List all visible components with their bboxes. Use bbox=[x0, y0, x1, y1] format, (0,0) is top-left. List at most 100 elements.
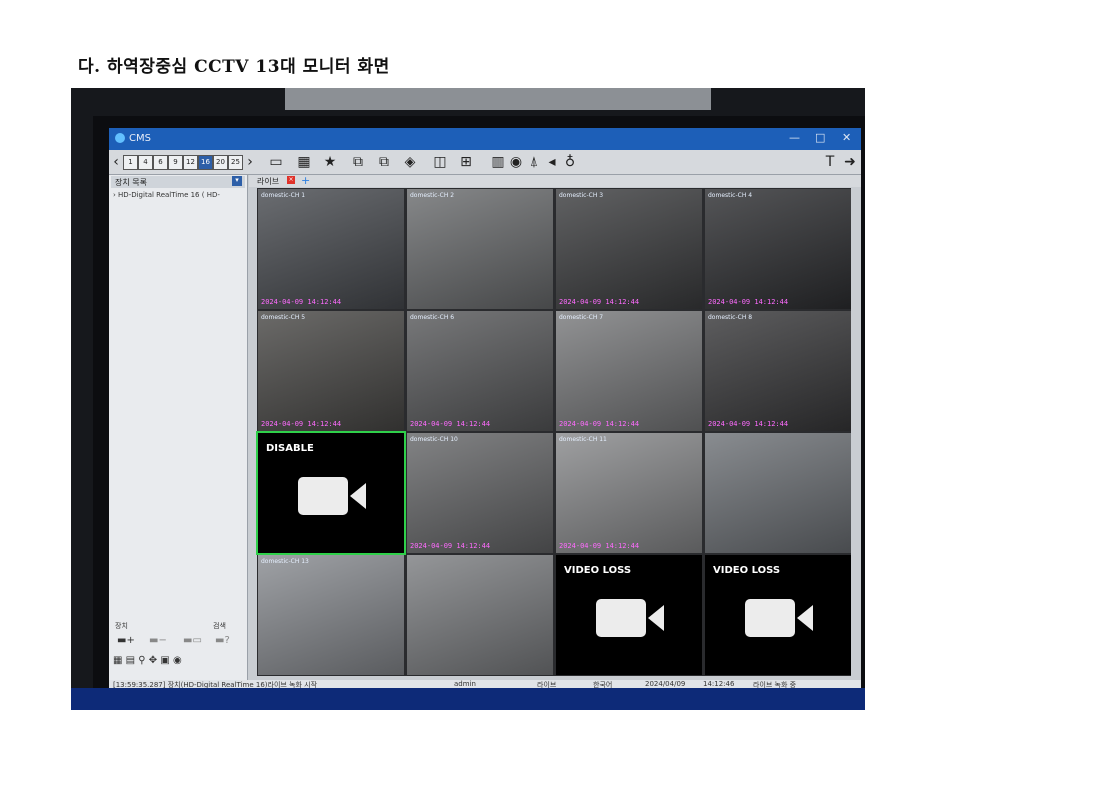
camera-tile[interactable]: domestic-CH 2 bbox=[407, 189, 553, 309]
video-camera-icon bbox=[745, 599, 813, 637]
wall-background bbox=[285, 88, 711, 110]
close-button[interactable]: ✕ bbox=[842, 131, 851, 144]
speaker-icon[interactable]: ◂ bbox=[543, 154, 561, 170]
camera-timestamp: 2024-04-09 14:12:44 bbox=[559, 298, 640, 306]
status-date: 2024/04/09 bbox=[645, 680, 686, 688]
camera-tile[interactable]: VIDEO LOSS bbox=[556, 555, 702, 675]
status-time: 14:12:46 bbox=[703, 680, 735, 688]
device-info-icon[interactable]: ▬? bbox=[215, 635, 230, 646]
page-heading: 다. 하역장중심 CCTV 13대 모니터 화면 bbox=[78, 57, 390, 77]
device-tree-item[interactable]: › HD-Digital RealTime 16 ( HD- bbox=[113, 191, 220, 199]
layout-16-button[interactable]: 16 bbox=[198, 155, 213, 170]
camera-label: domestic-CH 2 bbox=[410, 192, 455, 199]
camera-timestamp: 2024-04-09 14:12:44 bbox=[559, 420, 640, 428]
add-device-icon[interactable]: ▬+ bbox=[117, 635, 135, 646]
minimize-button[interactable]: — bbox=[789, 131, 800, 144]
camera-tile[interactable] bbox=[407, 555, 553, 675]
maximize-button[interactable]: □ bbox=[815, 131, 825, 144]
camera-label: domestic-CH 11 bbox=[559, 436, 607, 443]
layout-4-button[interactable]: 4 bbox=[138, 155, 153, 170]
windows-taskbar bbox=[71, 688, 865, 710]
collapse-icon[interactable]: ▾ bbox=[232, 176, 242, 186]
camera-label: domestic-CH 4 bbox=[708, 192, 753, 199]
layout-12-button[interactable]: 12 bbox=[183, 155, 198, 170]
camera-tile[interactable]: domestic-CH 4 2024-04-09 14:12:44 bbox=[705, 189, 851, 309]
playback-icon[interactable]: ▥ bbox=[489, 154, 507, 170]
close-tab-icon[interactable]: × bbox=[287, 176, 295, 184]
camera-tile[interactable]: domestic-CH 11 2024-04-09 14:12:44 bbox=[556, 433, 702, 553]
camera-timestamp: 2024-04-09 14:12:44 bbox=[708, 298, 789, 306]
record-icon[interactable]: ◉ bbox=[507, 154, 525, 170]
monitor-icon[interactable]: ▭ bbox=[267, 154, 285, 170]
camera-label: domestic-CH 3 bbox=[559, 192, 604, 199]
split-icon[interactable]: ◫ bbox=[431, 154, 449, 170]
window-title: CMS bbox=[129, 133, 151, 144]
camera-timestamp: 2024-04-09 14:12:44 bbox=[410, 420, 491, 428]
camera-timestamp: 2024-04-09 14:12:44 bbox=[559, 542, 640, 550]
layout-20-button[interactable]: 20 bbox=[213, 155, 228, 170]
remove-device-icon[interactable]: ▬− bbox=[149, 635, 167, 646]
camera-timestamp: 2024-04-09 14:12:44 bbox=[708, 420, 789, 428]
exit-icon[interactable]: ➜ bbox=[841, 154, 859, 170]
camera-tile[interactable]: domestic-CH 10 2024-04-09 14:12:44 bbox=[407, 433, 553, 553]
layout-1-button[interactable]: 1 bbox=[123, 155, 138, 170]
camera-label: domestic-CH 8 bbox=[708, 314, 753, 321]
device-list-header: 장치 목록 ▾ bbox=[111, 176, 245, 188]
camera-label: domestic-CH 13 bbox=[261, 558, 309, 565]
edit-device-icon[interactable]: ▬▭ bbox=[183, 635, 202, 646]
status-user: admin bbox=[454, 680, 476, 688]
camera-tile[interactable] bbox=[705, 433, 851, 553]
settings-tool-icon[interactable]: T bbox=[821, 154, 839, 170]
camera-tile[interactable]: domestic-CH 6 2024-04-09 14:12:44 bbox=[407, 311, 553, 431]
camera-status-message: VIDEO LOSS bbox=[713, 565, 781, 576]
video-camera-icon bbox=[298, 477, 366, 515]
camera-tile[interactable]: domestic-CH 3 2024-04-09 14:12:44 bbox=[556, 189, 702, 309]
toolbar: ‹ 1 4 6 9 12 16 20 25 › ▭ ▦ ★ ⧉ ⧉ ◈ ◫ ⊞ ▥ ◉ ⍋ ◂… bbox=[109, 150, 861, 175]
microphone-icon[interactable]: ♁ bbox=[561, 154, 579, 170]
layout-25-button[interactable]: 25 bbox=[228, 155, 243, 170]
video-camera-icon bbox=[596, 599, 664, 637]
camera-tile[interactable]: domestic-CH 5 2024-04-09 14:12:44 bbox=[258, 311, 404, 431]
device-sidebar: 장치 목록 ▾ › HD-Digital RealTime 16 ( HD- 장… bbox=[109, 175, 248, 680]
device-filter-label[interactable]: 장치 bbox=[115, 621, 128, 631]
sequence-prev-icon[interactable]: ⧉ bbox=[375, 154, 393, 170]
cms-window: CMS — □ ✕ ‹ 1 4 6 9 12 16 20 25 › ▭ ▦ ★ ⧉ ⧉ ◈ ◫… bbox=[109, 128, 861, 690]
camera-tile[interactable]: VIDEO LOSS bbox=[705, 555, 851, 675]
camera-tile[interactable]: DISABLE bbox=[256, 431, 406, 555]
camera-tile[interactable]: domestic-CH 7 2024-04-09 14:12:44 bbox=[556, 311, 702, 431]
layout-icon[interactable]: ⊞ bbox=[457, 154, 475, 170]
camera-grid: domestic-CH 1 2024-04-09 14:12:44 domestic… bbox=[256, 188, 851, 676]
search-button[interactable]: 검색 bbox=[213, 621, 226, 631]
layout-6-button[interactable]: 6 bbox=[153, 155, 168, 170]
view-mode-icons[interactable]: ▦ ▤ ⚲ ✥ ▣ ◉ bbox=[113, 655, 182, 666]
camera-label: domestic-CH 6 bbox=[410, 314, 455, 321]
alarm-icon[interactable]: ⍋ bbox=[525, 154, 543, 170]
next-layout-icon[interactable]: › bbox=[245, 154, 255, 170]
camera-tile[interactable]: domestic-CH 13 bbox=[258, 555, 404, 675]
camera-status-message: VIDEO LOSS bbox=[564, 565, 632, 576]
camera-timestamp: 2024-04-09 14:12:44 bbox=[261, 298, 342, 306]
camera-status-message: DISABLE bbox=[266, 443, 314, 454]
camera-timestamp: 2024-04-09 14:12:44 bbox=[261, 420, 342, 428]
camera-label: domestic-CH 5 bbox=[261, 314, 306, 321]
live-tab[interactable]: 라이브 bbox=[257, 176, 279, 187]
sequence-icon[interactable]: ⧉ bbox=[349, 154, 367, 170]
prev-layout-icon[interactable]: ‹ bbox=[111, 154, 121, 170]
group-icon[interactable]: ◈ bbox=[401, 154, 419, 170]
camera-label: domestic-CH 7 bbox=[559, 314, 604, 321]
camera-tile[interactable]: domestic-CH 1 2024-04-09 14:12:44 bbox=[258, 189, 404, 309]
camera-tile[interactable]: domestic-CH 8 2024-04-09 14:12:44 bbox=[705, 311, 851, 431]
device-list-title: 장치 목록 bbox=[115, 178, 147, 187]
live-tab-bar: 라이브 × + bbox=[249, 174, 861, 187]
favorite-star-icon[interactable]: ★ bbox=[321, 154, 339, 170]
camera-label: domestic-CH 1 bbox=[261, 192, 306, 199]
camera-label: domestic-CH 10 bbox=[410, 436, 458, 443]
camera-timestamp: 2024-04-09 14:12:44 bbox=[410, 542, 491, 550]
layout-9-button[interactable]: 9 bbox=[168, 155, 183, 170]
title-bar: CMS — □ ✕ bbox=[109, 128, 861, 150]
grid-icon[interactable]: ▦ bbox=[295, 154, 313, 170]
cms-app-icon bbox=[115, 133, 125, 143]
device-tree-label: HD-Digital RealTime 16 ( HD- bbox=[118, 191, 220, 199]
add-tab-icon[interactable]: + bbox=[301, 174, 310, 187]
monitor-photo: CMS — □ ✕ ‹ 1 4 6 9 12 16 20 25 › ▭ ▦ ★ ⧉ ⧉ ◈ ◫… bbox=[71, 88, 865, 710]
